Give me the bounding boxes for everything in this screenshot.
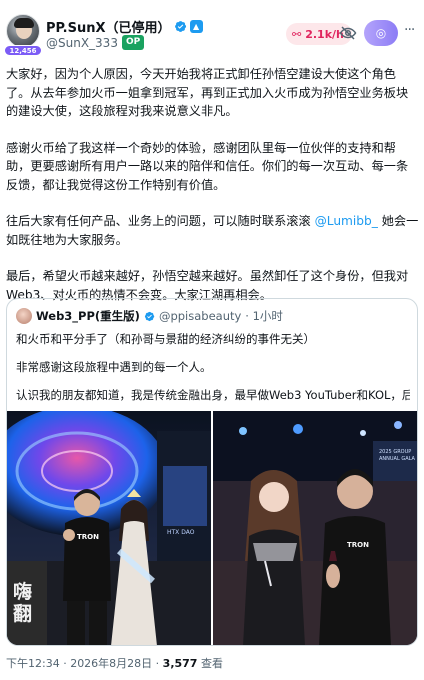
quoted-author-name[interactable]: Web3_PP(重生版) [36, 308, 140, 324]
quoted-author-handle[interactable]: @ppisabeauty [159, 309, 241, 323]
quoted-line: 和火币和平分手了（和孙哥与景甜的经济纠纷的事件无关） [16, 332, 315, 346]
quoted-tweet-header: Web3_PP(重生版) @ppisabeauty · 1小时 [16, 308, 283, 324]
sign-text: 嗨翻 [13, 581, 33, 625]
affiliate-badge-icon: ▲ [189, 20, 203, 33]
gala-banner: 2025 GROUP ANNUAL GALA [379, 449, 415, 462]
quoted-tweet-card[interactable]: Web3_PP(重生版) @ppisabeauty · 1小时 和火币和平分手了… [6, 298, 418, 646]
quoted-author-avatar[interactable] [16, 308, 32, 324]
shirt-logo-right: TRON [347, 541, 369, 549]
quoted-tweet-text: 和火币和平分手了（和孙哥与景甜的经济纠纷的事件无关） 非常感谢这段旅程中遇到的每… [16, 330, 410, 404]
author-name-row[interactable]: PP.SunX（已停用） ▲ [46, 17, 203, 36]
eye-off-icon[interactable] [339, 24, 357, 42]
author-avatar[interactable]: 12,456 [4, 14, 42, 56]
op-badge: OP [121, 35, 145, 50]
tweet-timestamp[interactable]: 下午12:34 · 2026年8月28日 · [6, 657, 163, 670]
quoted-tweet-time: · 1小时 [245, 309, 283, 323]
tweet-body: 大家好，因为个人原因，今天开始我将正式卸任孙悟空建设大使这个角色了。从去年参加火… [6, 65, 420, 322]
grok-icon: ◎ [375, 26, 387, 40]
flame-link-icon: ⚯ [292, 27, 302, 41]
author-handle-row: @SunX_333 OP [46, 35, 145, 50]
event-photo-right[interactable]: TRON 2025 GROUP ANNUAL GALA [213, 411, 417, 645]
author-display-name[interactable]: PP.SunX（已停用） [46, 17, 171, 36]
mention-link[interactable]: @Lumibb_ [315, 214, 378, 228]
contact-text: 往后大家有任何产品、业务上的问题，可以随时联系滚滚 [6, 214, 311, 228]
tweet-paragraph-contact: 往后大家有任何产品、业务上的问题，可以随时联系滚滚 @Lumibb_ 她会一如既… [6, 212, 420, 249]
author-handle[interactable]: @SunX_333 [46, 36, 118, 50]
view-label: 查看 [197, 657, 223, 670]
tweet-header: 12,456 PP.SunX（已停用） ▲ @SunX_333 OP ⚯ 2.1… [0, 0, 424, 62]
event-photo-left[interactable]: TRON HTX DAO 嗨翻 [7, 411, 211, 645]
shirt-logo-left: TRON [77, 533, 99, 541]
tweet-paragraph: 感谢火币给了我这样一个奇妙的体验，感谢团队里每一位伙伴的支持和帮助，更要感谢所有… [6, 140, 409, 192]
verified-badge-icon [174, 21, 186, 32]
screen-label: HTX DAO [167, 529, 195, 536]
verified-badge-icon [144, 311, 155, 321]
tweet-meta: 下午12:34 · 2026年8月28日 · 3,577 查看 [6, 655, 223, 671]
quoted-line: 非常感谢这段旅程中遇到的每一个人。 [16, 360, 212, 374]
quoted-line: 认识我的朋友都知道，我是传统金融出身，最早做Web3 YouTuber和KOL，… [16, 388, 410, 402]
quoted-media-grid: TRON HTX DAO 嗨翻 TRON 2025 GROUP ANNUAL G… [7, 411, 417, 645]
tweet-paragraph: 大家好，因为个人原因，今天开始我将正式卸任孙悟空建设大使这个角色了。从去年参加火… [6, 67, 409, 118]
grok-button[interactable]: ◎ [364, 20, 398, 46]
view-count: 3,577 [162, 657, 198, 670]
more-options-icon[interactable]: ··· [404, 22, 415, 38]
avatar-follower-badge: 12,456 [4, 45, 42, 56]
